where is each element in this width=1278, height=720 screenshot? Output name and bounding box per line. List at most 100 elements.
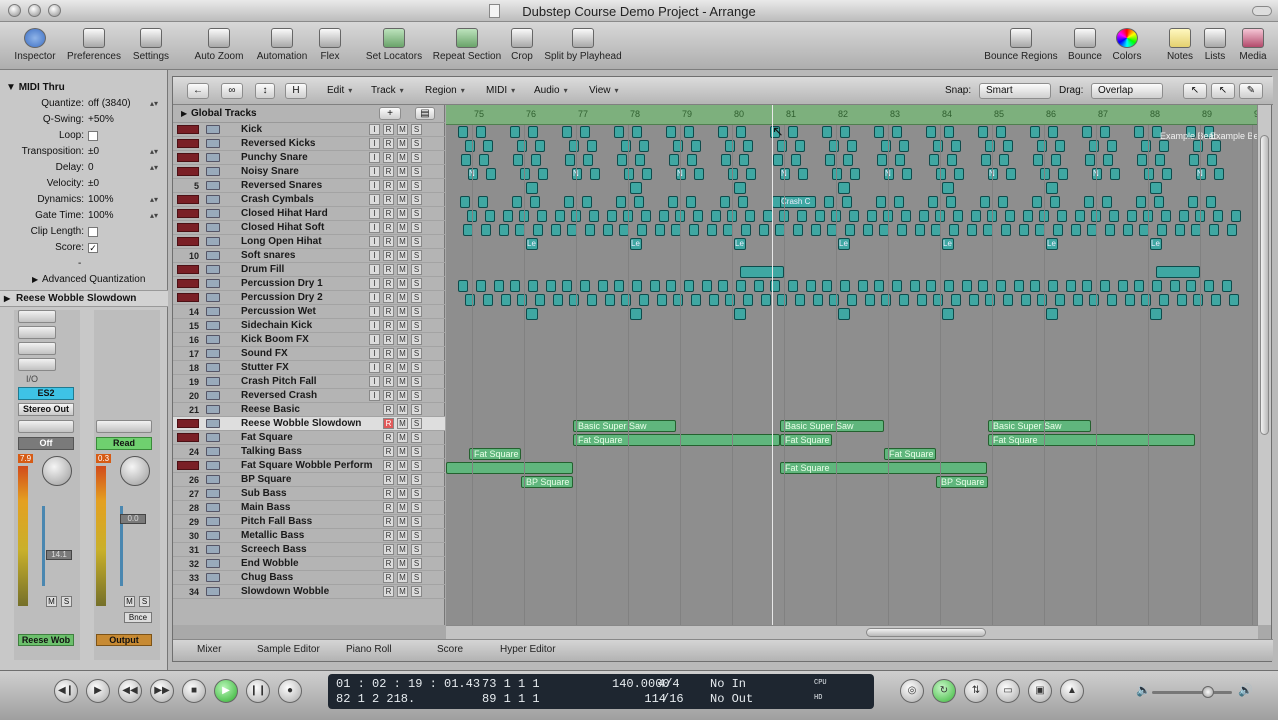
param-row[interactable]: Q-Swing: +50% [0, 112, 168, 128]
midi-region[interactable] [777, 294, 787, 306]
midi-region[interactable] [538, 168, 548, 180]
region-fat-square[interactable]: Fat Square [469, 448, 521, 460]
param-row[interactable]: Dynamics: 100% ▴▾ [0, 192, 168, 208]
midi-region[interactable] [1030, 126, 1040, 138]
midi-region[interactable] [481, 224, 491, 236]
input-monitor-button[interactable]: I [369, 334, 380, 345]
record-enable-button[interactable]: R [383, 166, 394, 177]
midi-region[interactable] [822, 126, 832, 138]
solo-button[interactable]: S [411, 530, 422, 541]
midi-region[interactable] [1177, 294, 1187, 306]
midi-region[interactable]: Le [734, 238, 746, 250]
track-row[interactable]: 14 Percussion Wet I R M S [173, 305, 445, 319]
midi-region[interactable]: N [1092, 168, 1102, 180]
region-basic-super-saw[interactable]: Basic Super Saw [780, 420, 884, 432]
stepper-arrows-icon[interactable]: ▴▾ [150, 96, 158, 112]
midi-region[interactable] [1046, 308, 1058, 320]
automation-button[interactable]: Automation [252, 22, 312, 70]
midi-region[interactable] [476, 126, 486, 138]
midi-region[interactable] [791, 154, 801, 166]
midi-region[interactable] [1053, 224, 1063, 236]
solo-button[interactable]: S [411, 404, 422, 415]
midi-region[interactable] [1033, 154, 1043, 166]
region-bp-square[interactable]: BP Square [521, 476, 573, 488]
solo-button[interactable]: S [411, 222, 422, 233]
track-row[interactable]: 28 Main Bass R M S [173, 501, 445, 515]
record-enable-button[interactable]: R [383, 446, 394, 457]
param-value[interactable]: 100% [88, 208, 114, 224]
midi-region[interactable] [1057, 210, 1067, 222]
metronome-icon[interactable]: ▲ [1060, 679, 1084, 703]
midi-region[interactable] [1037, 294, 1047, 306]
solo-button[interactable]: S [411, 124, 422, 135]
region-menu[interactable]: Region [425, 84, 465, 98]
mute-button[interactable]: M [397, 292, 408, 303]
midi-region[interactable] [641, 210, 651, 222]
midi-region[interactable] [840, 126, 850, 138]
midi-region[interactable] [512, 196, 522, 208]
solo-button[interactable]: S [411, 516, 422, 527]
param-checkbox[interactable] [88, 131, 98, 141]
pencil-tool[interactable]: ↖ [1211, 83, 1235, 99]
region-basic-super-saw[interactable]: Basic Super Saw [988, 420, 1091, 432]
midi-region[interactable] [1001, 224, 1011, 236]
mute-button[interactable]: M [46, 596, 57, 607]
midi-region[interactable] [562, 126, 572, 138]
region-fat-square[interactable]: Fat Square [573, 434, 780, 446]
midi-region[interactable] [746, 168, 756, 180]
record-icon[interactable]: ● [278, 679, 302, 703]
track-row[interactable]: Closed Hihat Soft I R M S [173, 221, 445, 235]
mute-button[interactable]: M [397, 180, 408, 191]
midi-region[interactable] [1222, 280, 1232, 292]
midi-region[interactable] [798, 168, 808, 180]
track-row[interactable]: 18 Stutter FX I R M S [173, 361, 445, 375]
solo-button[interactable]: S [411, 558, 422, 569]
midi-region[interactable] [897, 224, 907, 236]
midi-region[interactable] [797, 210, 807, 222]
track-row[interactable]: 26 BP Square R M S [173, 473, 445, 487]
automation-mode-left[interactable]: Off [18, 437, 74, 450]
midi-region[interactable] [902, 168, 912, 180]
midi-region[interactable] [1055, 294, 1065, 306]
solo-button[interactable]: S [411, 446, 422, 457]
midi-region[interactable] [962, 280, 972, 292]
midi-region[interactable] [815, 210, 825, 222]
drag-select[interactable]: Overlap [1091, 83, 1163, 99]
input-monitor-button[interactable]: I [369, 264, 380, 275]
track-row[interactable]: 29 Pitch Fall Bass R M S [173, 515, 445, 529]
mute-button[interactable]: M [397, 474, 408, 485]
solo-button[interactable]: S [411, 166, 422, 177]
midi-region[interactable]: Le [838, 238, 850, 250]
midi-region[interactable] [953, 210, 963, 222]
mute-button[interactable]: M [397, 376, 408, 387]
midi-region[interactable] [673, 140, 683, 152]
crop-button[interactable]: Crop [508, 22, 536, 70]
bar-ruler[interactable]: 75767778798081828384858687888990 [446, 105, 1258, 125]
midi-region[interactable] [485, 210, 495, 222]
midi-region[interactable] [944, 126, 954, 138]
play-icon[interactable]: ▶ [214, 679, 238, 703]
midi-region[interactable] [526, 308, 538, 320]
midi-region[interactable] [707, 224, 717, 236]
midi-region[interactable] [761, 294, 771, 306]
midi-region[interactable] [686, 196, 696, 208]
midi-region[interactable] [793, 224, 803, 236]
track-row[interactable]: Punchy Snare I R M S [173, 151, 445, 165]
bounce-button[interactable]: Bounce [1066, 22, 1104, 70]
midi-region[interactable] [1213, 210, 1223, 222]
stepper-arrows-icon[interactable]: ▴▾ [150, 208, 158, 224]
param-value[interactable]: 100% [88, 192, 114, 208]
midi-region[interactable] [967, 224, 977, 236]
midi-region[interactable] [458, 280, 468, 292]
midi-region[interactable] [486, 168, 496, 180]
midi-region[interactable] [978, 126, 988, 138]
midi-region[interactable] [517, 294, 527, 306]
midi-region[interactable]: N [884, 168, 894, 180]
midi-region[interactable] [634, 196, 644, 208]
record-enable-button[interactable]: R [383, 320, 394, 331]
midi-region[interactable] [1159, 140, 1169, 152]
midi-region[interactable] [1003, 140, 1013, 152]
midi-region[interactable] [1209, 224, 1219, 236]
midi-region[interactable] [743, 294, 753, 306]
track-row[interactable]: 5 Reversed Snares I R M S [173, 179, 445, 193]
